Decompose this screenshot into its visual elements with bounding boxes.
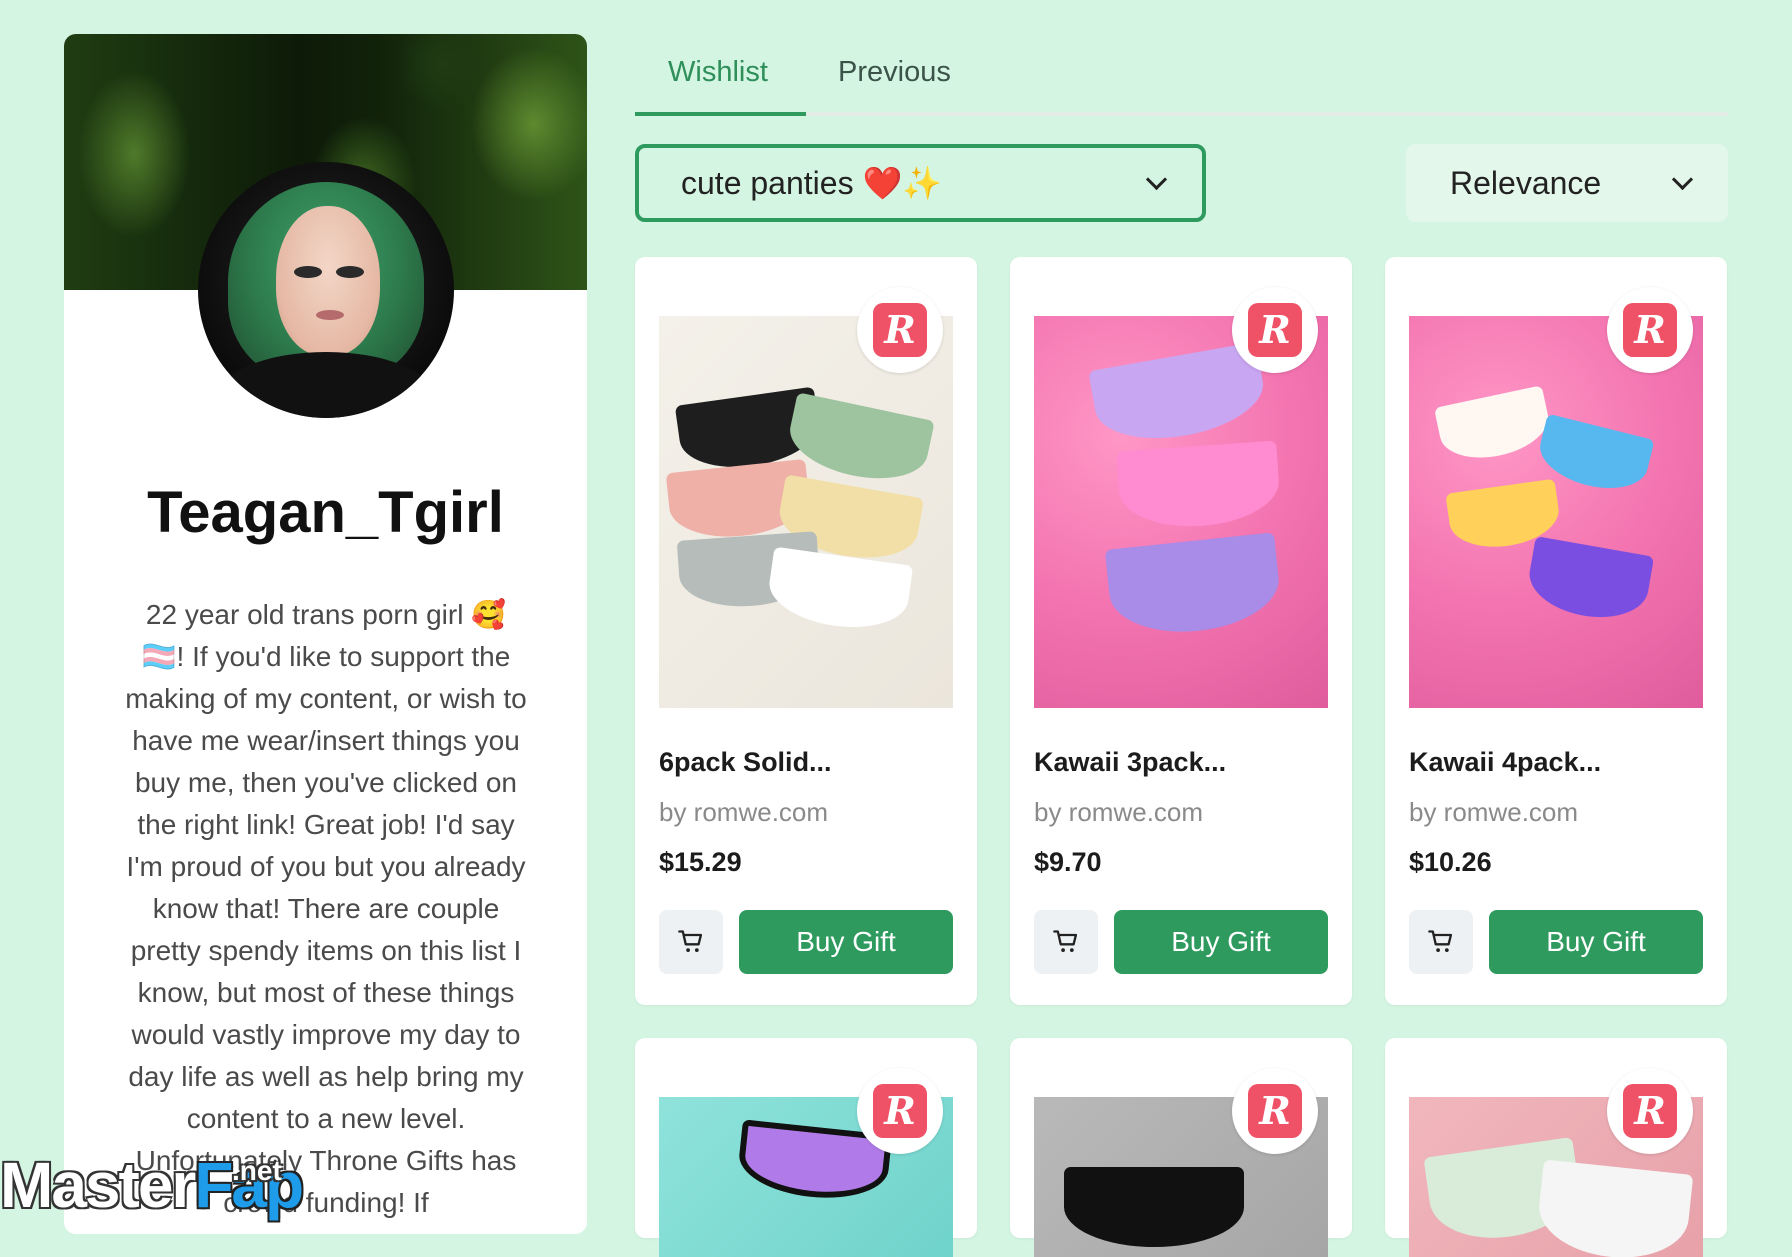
- add-to-cart-button[interactable]: [1034, 910, 1098, 974]
- buy-gift-button[interactable]: Buy Gift: [1489, 910, 1703, 974]
- avatar-shirt: [218, 352, 434, 418]
- product-card[interactable]: R: [635, 1038, 977, 1257]
- romwe-r-icon: R: [1623, 1084, 1677, 1138]
- product-card[interactable]: R: [1010, 1038, 1352, 1257]
- product-card[interactable]: R Kawaii 3pack... by romwe.com $9.70 Buy…: [1010, 257, 1352, 1005]
- romwe-r-icon: R: [1248, 303, 1302, 357]
- watermark-net: .net: [232, 1155, 282, 1186]
- tab-previous[interactable]: Previous: [838, 44, 951, 112]
- product-photo-item: [764, 546, 914, 636]
- product-price: $10.26: [1409, 847, 1492, 877]
- add-to-cart-button[interactable]: [1409, 910, 1473, 974]
- store-badge: R: [857, 1068, 943, 1154]
- product-title[interactable]: 6pack Solid...: [659, 747, 832, 778]
- product-photo-item: [1433, 385, 1555, 467]
- wishlist-category-select[interactable]: cute panties ❤️✨: [635, 144, 1206, 222]
- product-title[interactable]: Kawaii 3pack...: [1034, 747, 1226, 778]
- product-photo-item: [1104, 532, 1284, 640]
- buy-gift-button[interactable]: Buy Gift: [1114, 910, 1328, 974]
- product-photo-item: [1523, 536, 1655, 626]
- product-image[interactable]: [659, 316, 953, 708]
- romwe-r-icon: R: [1623, 303, 1677, 357]
- store-badge: R: [1607, 1068, 1693, 1154]
- wishlist-category-value: cute panties ❤️✨: [681, 165, 943, 201]
- product-image[interactable]: [1034, 316, 1328, 708]
- avatar-face: [276, 206, 380, 356]
- buy-gift-button[interactable]: Buy Gift: [739, 910, 953, 974]
- cart-icon: [1053, 930, 1078, 953]
- product-seller: by romwe.com: [1034, 797, 1204, 827]
- watermark-master: Master: [0, 1149, 196, 1221]
- sort-select[interactable]: Relevance: [1406, 144, 1728, 222]
- chevron-down-icon: [1145, 168, 1168, 191]
- avatar-eye-right: [336, 266, 364, 278]
- tab-wishlist[interactable]: Wishlist: [668, 44, 768, 112]
- cart-icon: [678, 930, 703, 953]
- add-to-cart-button[interactable]: [659, 910, 723, 974]
- profile-username: Teagan_Tgirl: [147, 480, 504, 545]
- profile-card: Teagan_Tgirl 22 year old trans porn girl…: [64, 34, 587, 1234]
- store-badge: R: [1607, 287, 1693, 373]
- product-title[interactable]: Kawaii 4pack...: [1409, 747, 1601, 778]
- romwe-r-icon: R: [873, 1084, 927, 1138]
- wishlist-tabs: Wishlist Previous: [635, 44, 1728, 116]
- store-badge: R: [1232, 287, 1318, 373]
- product-card[interactable]: R 6pack Solid... by romwe.com $15.29 Buy…: [635, 257, 977, 1005]
- product-seller: by romwe.com: [659, 797, 829, 827]
- product-card[interactable]: R: [1385, 1038, 1727, 1257]
- product-card[interactable]: R Kawaii 4pack... by romwe.com $10.26 Bu…: [1385, 257, 1727, 1005]
- active-tab-indicator: [635, 112, 806, 116]
- romwe-r-icon: R: [873, 303, 927, 357]
- product-photo-item: [1064, 1167, 1244, 1247]
- store-badge: R: [1232, 1068, 1318, 1154]
- cart-icon: [1428, 930, 1453, 953]
- store-badge: R: [857, 287, 943, 373]
- site-watermark: MasterFap .net: [0, 1148, 320, 1222]
- product-price: $15.29: [659, 847, 742, 877]
- avatar-lips: [316, 310, 344, 320]
- avatar[interactable]: [198, 162, 454, 418]
- product-seller: by romwe.com: [1409, 797, 1579, 827]
- product-price: $9.70: [1034, 847, 1102, 877]
- product-image[interactable]: [1409, 316, 1703, 708]
- product-photo-item: [1534, 1159, 1694, 1257]
- chevron-down-icon: [1671, 168, 1694, 191]
- product-photo-item: [1116, 440, 1282, 532]
- profile-bio: 22 year old trans porn girl 🥰 🏳️‍⚧️! If …: [125, 599, 527, 1218]
- avatar-eye-left: [294, 266, 322, 278]
- romwe-r-icon: R: [1248, 1084, 1302, 1138]
- sort-value: Relevance: [1450, 165, 1602, 201]
